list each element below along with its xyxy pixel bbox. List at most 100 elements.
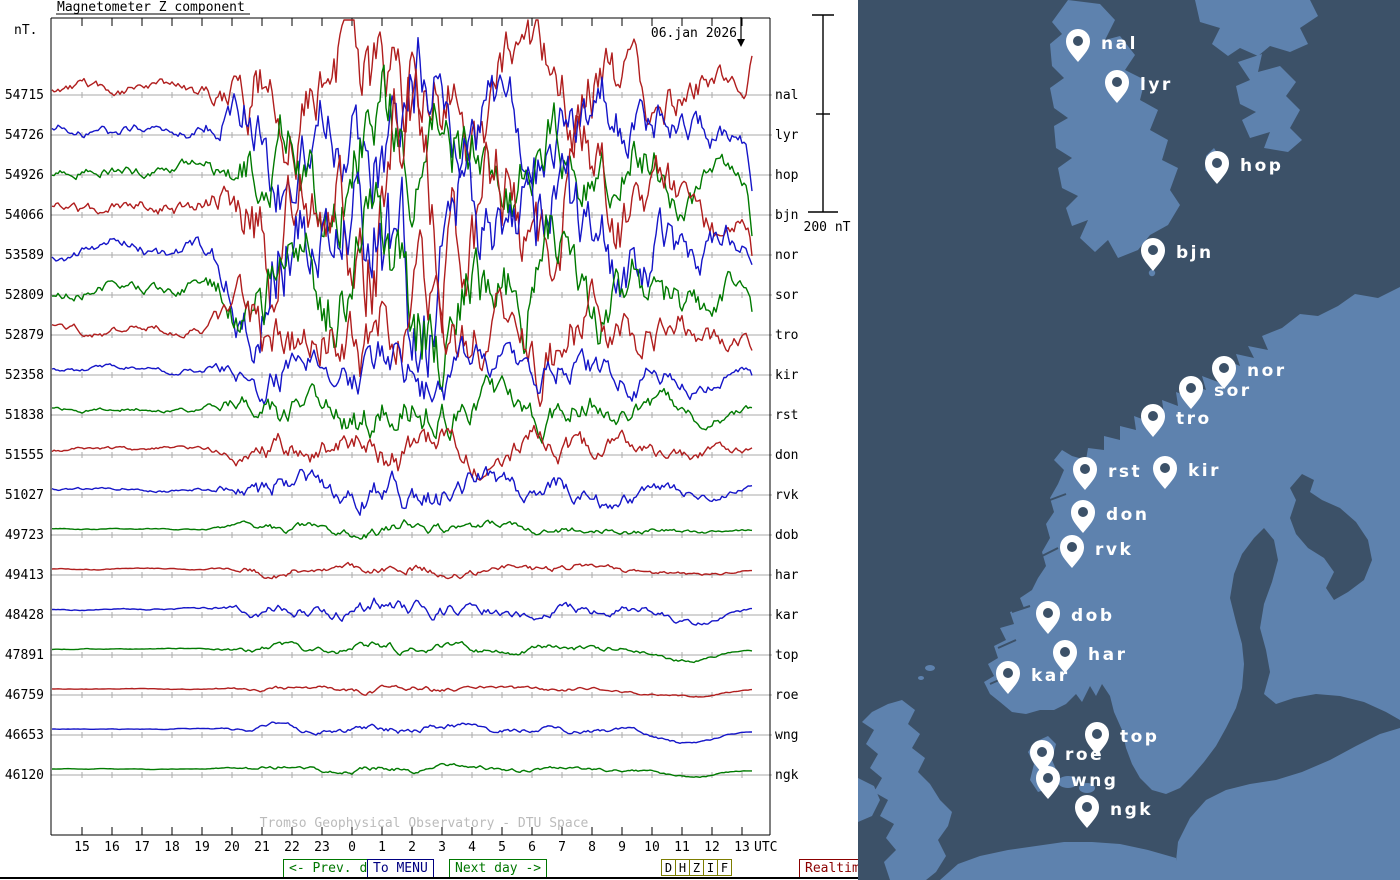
hour-tick-label: 2 [408,840,416,855]
baseline-value-label: 51027 [5,488,44,503]
baseline-value-label: 54066 [5,208,44,223]
station-code-label: tro [775,328,798,343]
trace-nor [51,137,753,378]
baseline-value-label: 46653 [5,728,44,743]
pin-hole [1078,507,1088,517]
pin-hole [1043,608,1053,618]
hour-tick-label: 9 [618,840,626,855]
hour-tick-label: 0 [348,840,356,855]
pin-hole [1043,773,1053,783]
pin-hole [1186,383,1196,393]
pin-hole [1037,747,1047,757]
pin-hole [1060,647,1070,657]
station-code-label: nor [775,248,799,263]
next-day-button[interactable]: Next day -> [449,859,548,878]
component-button-F[interactable]: F [718,859,732,876]
map-pin-label: hop [1240,156,1283,176]
baseline-value-label: 53589 [5,248,44,263]
station-code-label: bjn [775,208,798,223]
hour-tick-label: 23 [314,840,330,855]
trace-kir [51,335,753,405]
map-pin-label: nal [1101,34,1138,54]
pin-hole [1160,463,1170,473]
map-pin-label: ngk [1110,800,1153,820]
baseline-value-label: 54926 [5,168,44,183]
station-code-label: roe [775,688,799,703]
hour-tick-label: 5 [498,840,506,855]
trace-kar [51,597,752,626]
pin-hole [1082,802,1092,812]
hour-tick-label: 11 [674,840,690,855]
hour-tick-label: 13 [734,840,750,855]
station-code-label: kir [775,368,799,383]
component-button-Z[interactable]: Z [690,859,704,876]
station-code-label: rst [775,408,798,423]
baseline-value-label: 49413 [5,568,44,583]
baseline-value-label: 51555 [5,448,44,463]
hour-tick-label: 8 [588,840,596,855]
station-code-label: don [775,448,798,463]
station-code-label: har [775,568,799,583]
hour-tick-label: 7 [558,840,566,855]
map-pin-label: kar [1031,666,1070,686]
hour-tick-label: 20 [224,840,240,855]
hour-tick-label: 4 [468,840,476,855]
component-button-I[interactable]: I [704,859,718,876]
component-selector: DHZIF [661,859,732,876]
hour-tick-label: 16 [104,840,120,855]
baseline-value-label: 54715 [5,88,44,103]
component-button-D[interactable]: D [661,859,676,876]
map-pin-label: top [1120,727,1159,747]
pin-hole [1003,668,1013,678]
station-code-label: nal [775,88,798,103]
pin-hole [1148,245,1158,255]
trace-dob [51,519,753,540]
scale-bar [808,14,838,213]
hour-tick-label: 3 [438,840,446,855]
component-button-H[interactable]: H [676,859,690,876]
trace-rst [51,374,753,444]
map-pin-label: wng [1071,771,1118,791]
to-menu-button[interactable]: To MENU [367,859,434,878]
pin-hole [1080,464,1090,474]
baseline-value-label: 49723 [5,528,44,543]
pin-hole [1112,77,1122,87]
baseline-value-label: 46759 [5,688,44,703]
trace-tro [51,229,753,407]
map-pin-label: roe [1065,745,1104,765]
island-bjornoya [1148,269,1156,277]
shetland [918,676,924,680]
trace-don [51,424,753,481]
station-code-label: kar [775,608,799,623]
map-pin-label: bjn [1176,243,1214,263]
station-code-label: dob [775,528,799,543]
map-pin-label: lyr [1140,75,1173,95]
baseline-value-label: 51838 [5,408,44,423]
hour-tick-label: 10 [644,840,660,855]
hour-tick-label: 19 [194,840,210,855]
baseline-value-label: 48428 [5,608,44,623]
pin-hole [1092,729,1102,739]
station-code-label: top [775,648,799,663]
bottom-rule [0,877,858,879]
hour-tick-label: 18 [164,840,180,855]
pin-hole [1148,411,1158,421]
station-code-label: wng [775,728,798,743]
station-map-panel: nal lyr hop bjn nor sor tro kir rst don rvk dob har k… [858,0,1400,880]
scale-bar-label: 200 nT [804,220,851,235]
hour-tick-label: 21 [254,840,270,855]
station-code-label: rvk [775,488,799,503]
baseline-value-label: 54726 [5,128,44,143]
map-pin-label: rst [1108,462,1142,482]
hour-tick-label: 17 [134,840,150,855]
trace-nal [51,19,753,180]
baseline-value-label: 52358 [5,368,44,383]
station-code-label: lyr [775,128,799,143]
utc-label: UTC [754,840,777,855]
stackplot-panel: 15 16 17 18 19 20 21 22 23 0 1 2 3 4 5 6 7 8 9 10 11 12 13 UTC M… [0,0,874,880]
footer-credit: Tromso Geophysical Observatory - DTU Spa… [260,816,589,831]
station-map: nal lyr hop bjn norsortro kir rst don rvk dob hark… [858,0,1400,880]
pin-hole [1073,36,1083,46]
map-pin-label: tro [1176,409,1212,429]
baseline-value-label: 52809 [5,288,44,303]
